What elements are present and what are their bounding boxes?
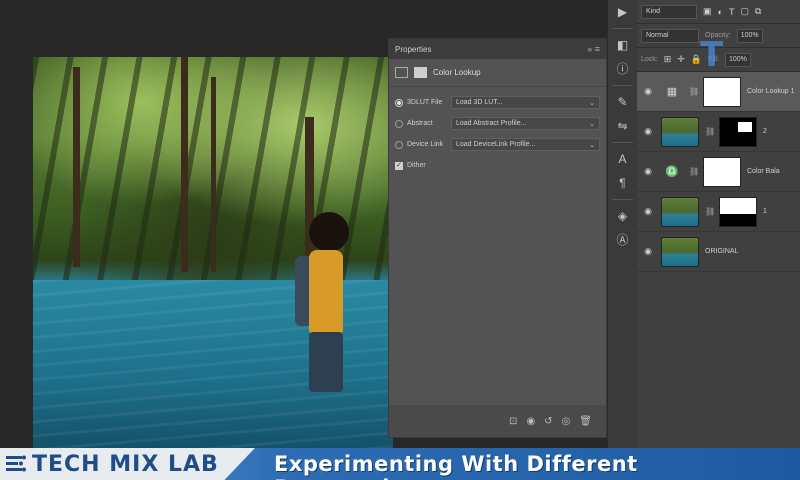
person-hair	[309, 212, 349, 252]
chevron-down-icon: ⌄	[589, 121, 595, 128]
layer-row[interactable]: ◉ ⛓ 1	[637, 192, 800, 232]
styles-icon[interactable]: ◈	[608, 204, 637, 228]
adjustment-title: Color Lookup	[433, 68, 481, 77]
properties-footer: ⊡ ◉ ↺ ◎ 🗑	[389, 405, 606, 437]
layer-mask-thumbnail[interactable]	[719, 116, 757, 147]
layer-name: 2	[763, 128, 767, 135]
brand-box: TECH MIX LAB	[0, 448, 255, 480]
layer-mask-thumbnail[interactable]	[703, 156, 741, 187]
properties-header-label: Properties	[395, 44, 432, 54]
layer-filter-bar: Kind ▣ ◐ T ▢ ⧉	[637, 0, 800, 24]
radio-device-link[interactable]	[395, 140, 403, 149]
tree-trunk	[73, 67, 80, 267]
option-device-link[interactable]: Device Link Load DeviceLink Profile... ⌄	[389, 135, 606, 154]
panel-tools-column: ▶ ◧ ⓘ ✎ ⇋ A ¶ ◈ Ⓐ	[607, 0, 637, 448]
circuit-icon	[6, 455, 26, 472]
dropdown-3dlut[interactable]: Load 3D LUT... ⌄	[451, 96, 600, 109]
tree-trunk	[211, 77, 216, 272]
layer-name: 1	[763, 208, 767, 215]
info-icon[interactable]: ⓘ	[608, 57, 637, 81]
layer-thumbnail[interactable]	[661, 116, 699, 147]
dropdown-abstract[interactable]: Load Abstract Profile... ⌄	[451, 117, 600, 130]
tree-trunk	[181, 57, 188, 272]
trash-icon[interactable]: 🗑	[579, 416, 592, 427]
lock-move-icon[interactable]: ✛	[677, 54, 685, 65]
dropdown-device-link[interactable]: Load DeviceLink Profile... ⌄	[451, 138, 600, 151]
option-label: Abstract	[407, 120, 433, 127]
layer-name: ORIGINAL	[705, 248, 739, 255]
layer-mask-thumbnail[interactable]	[703, 76, 741, 107]
canvas-photo[interactable]	[33, 57, 393, 448]
radio-abstract[interactable]	[395, 119, 403, 128]
filter-adjustment-icon[interactable]: ◐	[718, 7, 723, 17]
properties-header: Properties » ≡	[389, 39, 606, 59]
link-icon: ⛓	[705, 207, 716, 216]
paragraph-icon[interactable]: ¶	[608, 171, 637, 195]
properties-panel: Properties » ≡ Color Lookup 3DLUT File L…	[388, 38, 607, 438]
view-previous-icon[interactable]: ◉	[526, 416, 535, 427]
link-icon: ⛓	[689, 87, 700, 96]
sliders-icon[interactable]: ⇋	[608, 114, 637, 138]
eye-icon[interactable]: ◉	[641, 126, 655, 137]
adjustment-title-row: Color Lookup	[389, 59, 606, 87]
adjustments-icon[interactable]: ◧	[608, 33, 637, 57]
person-legs	[309, 332, 343, 392]
link-icon: ⛓	[705, 127, 716, 136]
color-lookup-icon: ▦	[666, 86, 678, 98]
bottom-banner: TECH MIX LAB Experimenting With Differen…	[0, 448, 800, 480]
visibility-icon[interactable]: ◎	[562, 416, 571, 427]
play-icon[interactable]: ▶	[608, 0, 637, 24]
eye-icon[interactable]: ◉	[641, 86, 655, 97]
banner-headline: Experimenting With Different Perspective…	[274, 452, 638, 480]
option-label: Device Link	[407, 141, 444, 148]
layer-thumbnail[interactable]	[661, 236, 699, 267]
color-balance-icon: ♎	[665, 166, 679, 178]
radio-3dlut[interactable]	[395, 98, 403, 107]
lock-label: Lock:	[641, 56, 658, 63]
link-icon: ⛓	[689, 167, 700, 176]
clip-to-layer-icon[interactable]: ⊡	[509, 416, 517, 427]
mask-icon[interactable]	[414, 67, 427, 78]
filter-pixel-icon[interactable]: ▣	[703, 6, 712, 17]
person-figure	[295, 212, 361, 412]
option-label: 3DLUT File	[407, 99, 443, 106]
panel-menu-icon[interactable]: » ≡	[587, 44, 600, 54]
option-3dlut[interactable]: 3DLUT File Load 3D LUT... ⌄	[389, 93, 606, 112]
chevron-down-icon: ⌄	[589, 142, 595, 149]
character-icon[interactable]: A	[608, 147, 637, 171]
person-shirt	[309, 250, 343, 334]
kind-filter[interactable]: Kind	[641, 4, 697, 19]
glyphs-icon[interactable]: Ⓐ	[608, 228, 637, 252]
chevron-down-icon: ⌄	[589, 100, 595, 107]
adjustment-icon[interactable]	[395, 67, 408, 78]
filter-type-icon[interactable]: T	[729, 7, 735, 17]
blend-mode-select[interactable]: Normal	[641, 28, 699, 43]
eye-icon[interactable]: ◉	[641, 206, 655, 217]
layer-mask-thumbnail[interactable]	[719, 196, 757, 227]
eye-icon[interactable]: ◉	[641, 166, 655, 177]
layer-thumbnail[interactable]	[661, 196, 699, 227]
dither-label: Dither	[407, 162, 426, 169]
filter-smart-icon[interactable]: ⧉	[755, 6, 761, 17]
eye-icon[interactable]: ◉	[641, 246, 655, 257]
layer-row[interactable]: ◉ ⛓ 2	[637, 112, 800, 152]
layer-row[interactable]: ◉ ORIGINAL	[637, 232, 800, 272]
layer-name: Color Lookup 1	[747, 88, 795, 95]
watermark-logo: T	[700, 35, 724, 75]
reset-icon[interactable]: ↺	[544, 416, 552, 427]
dither-checkbox[interactable]: ✓	[395, 161, 403, 170]
lock-pixels-icon[interactable]: ⊞	[664, 54, 672, 65]
option-dither[interactable]: ✓ Dither	[389, 156, 606, 175]
filter-shape-icon[interactable]: ▢	[740, 6, 749, 17]
option-abstract[interactable]: Abstract Load Abstract Profile... ⌄	[389, 114, 606, 133]
brand-name: TECH MIX LAB	[32, 452, 219, 477]
layer-row[interactable]: ◉ ♎ ⛓ Color Bala	[637, 152, 800, 192]
layer-name: Color Bala	[747, 168, 780, 175]
brush-icon[interactable]: ✎	[608, 90, 637, 114]
